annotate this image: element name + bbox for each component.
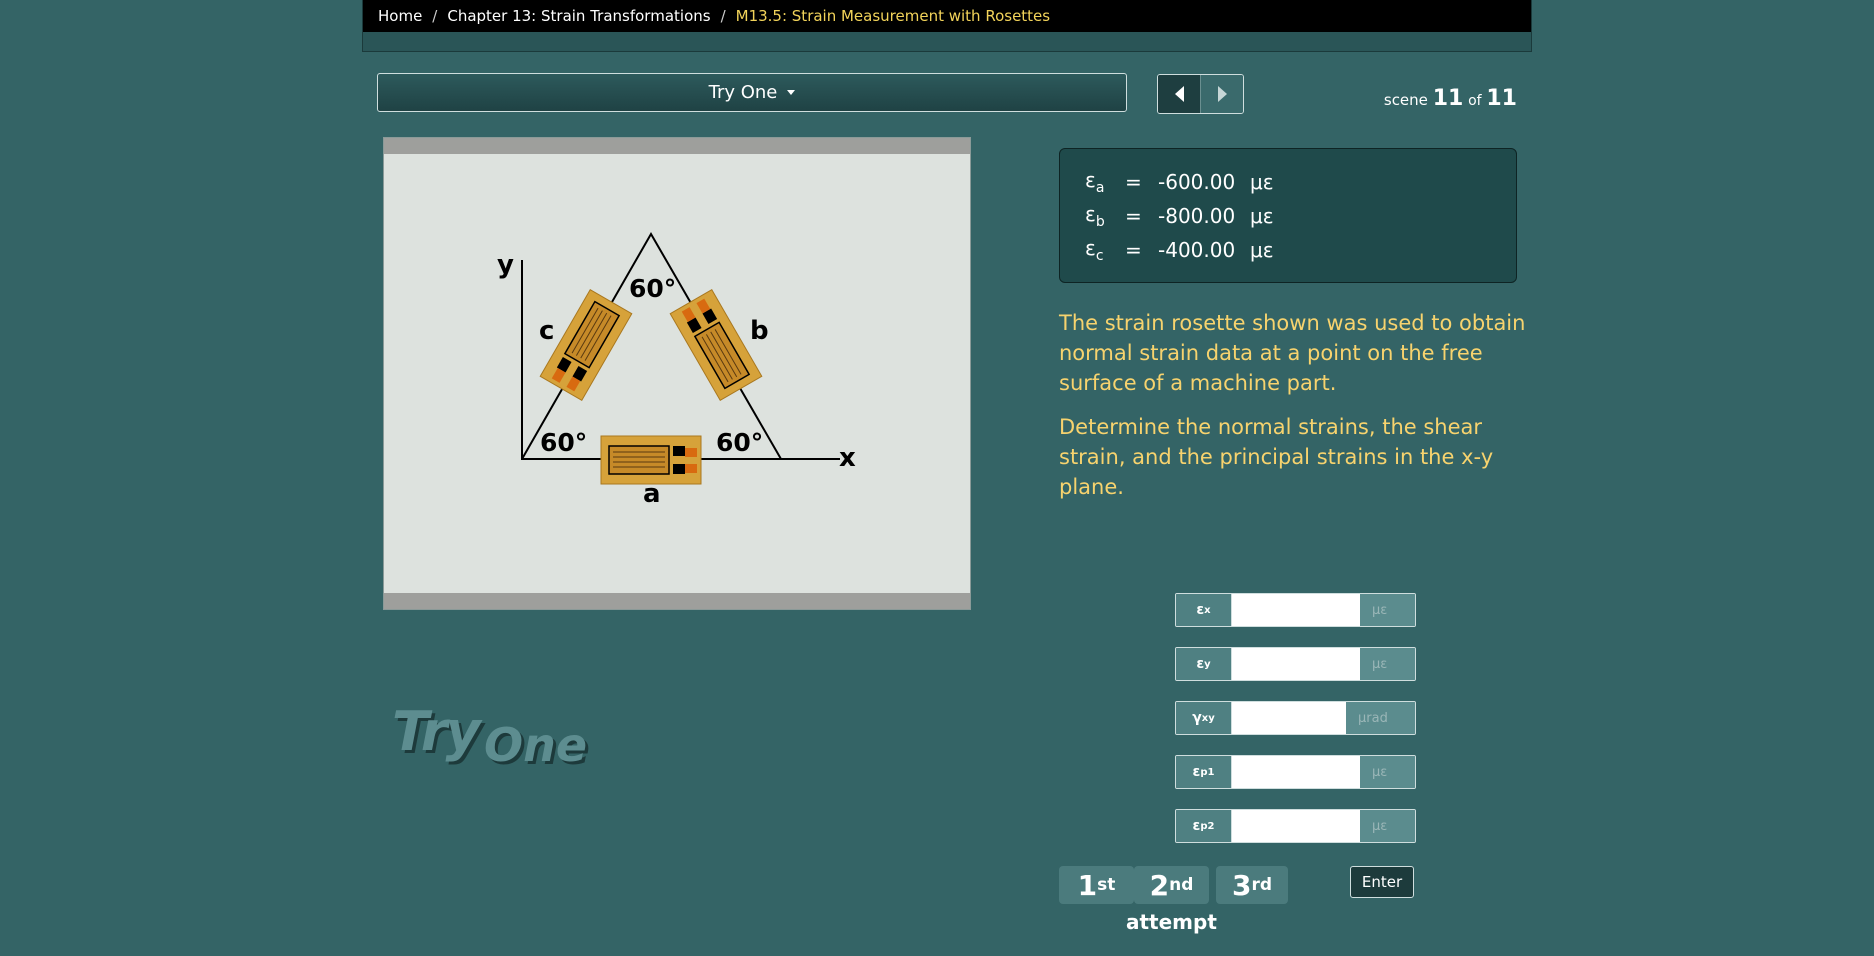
answer-unit: με xyxy=(1360,756,1415,788)
breadcrumb-chapter[interactable]: Chapter 13: Strain Transformations xyxy=(447,7,710,25)
y-axis-label: y xyxy=(497,250,514,280)
answer-unit: με xyxy=(1360,594,1415,626)
problem-paragraph-1: The strain rosette shown was used to obt… xyxy=(1059,311,1526,395)
chevron-down-icon xyxy=(787,90,796,95)
strain-equals: = xyxy=(1125,170,1142,194)
answer-row-ep1: ε p1 με xyxy=(1175,755,1416,789)
strain-row: εc = -400.00 με xyxy=(1085,233,1491,267)
angle-right-label: 60° xyxy=(716,428,764,457)
answer-row-ey: εy με xyxy=(1175,647,1416,681)
answer-row-ep2: ε p2 με xyxy=(1175,809,1416,843)
arrow-right-icon xyxy=(1217,86,1227,102)
strain-value: -800.00 xyxy=(1158,204,1236,228)
gauge-b-icon xyxy=(669,289,763,401)
strain-unit: με xyxy=(1250,204,1274,228)
strain-equals: = xyxy=(1125,238,1142,262)
gauge-c-label: c xyxy=(539,316,555,346)
answer-unit: με xyxy=(1360,810,1415,842)
answer-label: εy xyxy=(1176,648,1232,680)
attempt-1-indicator: 1st xyxy=(1059,866,1134,904)
problem-paragraph-2: Determine the normal strains, the shear … xyxy=(1059,415,1494,499)
scene-of: of xyxy=(1468,93,1482,109)
angle-left-label: 60° xyxy=(540,428,588,457)
scene-current: 11 xyxy=(1432,86,1464,111)
breadcrumb-home[interactable]: Home xyxy=(378,7,422,25)
answer-unit: μrad xyxy=(1346,702,1415,734)
scene-prefix: scene xyxy=(1383,91,1428,109)
rosette-figure: y x 60° 60° 60° a b c xyxy=(383,137,971,610)
gauge-a-label: a xyxy=(643,479,661,509)
strain-symbol: εb xyxy=(1085,202,1105,230)
strain-symbol: εa xyxy=(1085,168,1105,196)
gauge-b-label: b xyxy=(750,316,769,346)
rosette-diagram xyxy=(521,231,840,485)
x-axis-label: x xyxy=(839,443,856,473)
next-scene-button[interactable] xyxy=(1201,75,1243,113)
dropdown-label: Try One xyxy=(708,82,778,103)
answer-unit: με xyxy=(1360,648,1415,680)
answer-input-gxy[interactable] xyxy=(1232,702,1346,734)
scene-counter: scene 11 of 11 xyxy=(1384,86,1517,111)
attempt-label: attempt xyxy=(1126,910,1217,934)
strain-value: -400.00 xyxy=(1158,238,1236,262)
strain-equals: = xyxy=(1125,204,1142,228)
top-bar: Home / Chapter 13: Strain Transformation… xyxy=(362,0,1532,52)
given-strains-panel: εa = -600.00 με εb = -800.00 με εc = -40… xyxy=(1059,148,1517,283)
breadcrumb: Home / Chapter 13: Strain Transformation… xyxy=(363,0,1531,32)
answer-label: ε p2 xyxy=(1176,810,1232,842)
problem-statement: The strain rosette shown was used to obt… xyxy=(1059,308,1529,516)
answer-label: εx xyxy=(1176,594,1232,626)
answer-input-ex[interactable] xyxy=(1232,594,1360,626)
strain-row: εb = -800.00 με xyxy=(1085,199,1491,233)
logo-word-2: One xyxy=(484,718,588,772)
strain-symbol: εc xyxy=(1085,236,1104,264)
enter-button[interactable]: Enter xyxy=(1350,866,1414,898)
attempt-2-indicator: 2nd xyxy=(1134,866,1209,904)
figure-bottom-bar xyxy=(384,593,970,609)
attempt-3-indicator: 3rd xyxy=(1216,866,1288,904)
gauge-a-icon xyxy=(600,435,702,485)
prev-scene-button[interactable] xyxy=(1158,75,1201,113)
answer-input-ep1[interactable] xyxy=(1232,756,1360,788)
logo-word-1: Try xyxy=(392,700,481,763)
strain-unit: με xyxy=(1250,170,1274,194)
breadcrumb-separator: / xyxy=(720,7,726,25)
answer-label: γ xy xyxy=(1176,702,1232,734)
arrow-left-icon xyxy=(1174,86,1184,102)
answer-input-ep2[interactable] xyxy=(1232,810,1360,842)
strain-row: εa = -600.00 με xyxy=(1085,165,1491,199)
breadcrumb-separator: / xyxy=(432,7,438,25)
answer-input-ey[interactable] xyxy=(1232,648,1360,680)
scene-dropdown[interactable]: Try One xyxy=(377,73,1127,112)
scene-nav xyxy=(1157,74,1244,114)
strain-value: -600.00 xyxy=(1158,170,1236,194)
breadcrumb-current: M13.5: Strain Measurement with Rosettes xyxy=(735,7,1051,25)
angle-top-label: 60° xyxy=(629,274,677,303)
scene-total: 11 xyxy=(1486,86,1517,111)
answer-row-gxy: γ xy μrad xyxy=(1175,701,1416,735)
strain-unit: με xyxy=(1250,238,1274,262)
answer-label: ε p1 xyxy=(1176,756,1232,788)
answer-row-ex: εx με xyxy=(1175,593,1416,627)
